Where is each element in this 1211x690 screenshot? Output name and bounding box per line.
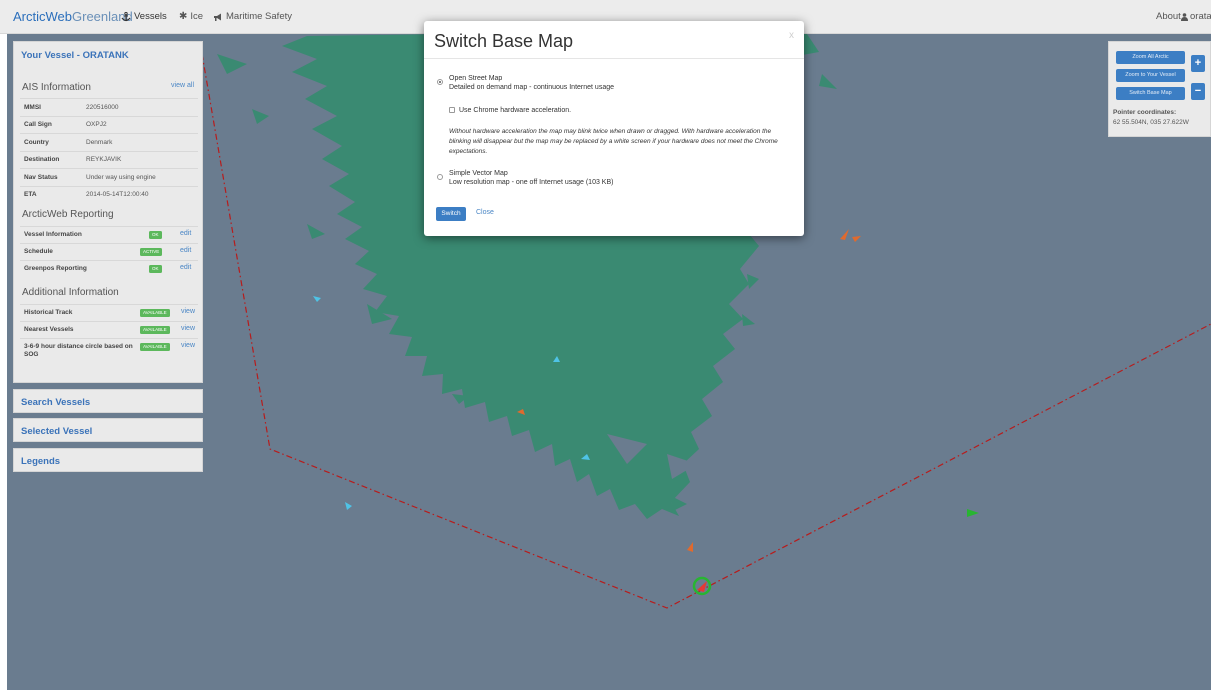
reporting-row-greenpos: Greenpos Reporting OK edit xyxy=(20,260,198,277)
nav-maritime-safety[interactable]: Maritime Safety xyxy=(213,11,292,22)
additional-row-distance-circle: 3-6-9 hour distance circle based on SOG … xyxy=(20,338,198,364)
nav-about[interactable]: About xyxy=(1156,11,1181,22)
view-link[interactable]: view xyxy=(181,325,195,332)
selected-vessel-title: Selected Vessel xyxy=(21,426,93,437)
additional-info-heading: Additional Information xyxy=(22,287,119,298)
nav-vessels[interactable]: Vessels xyxy=(121,11,167,22)
table-row: MMSI 220516000 xyxy=(20,98,198,116)
reporting-label: Greenpos Reporting xyxy=(24,265,87,272)
zoom-out-button[interactable]: − xyxy=(1191,83,1205,100)
ais-key: Nav Status xyxy=(20,168,82,186)
reporting-heading: ArcticWeb Reporting xyxy=(22,209,114,220)
switch-base-map-button[interactable]: Switch Base Map xyxy=(1116,87,1185,100)
user-name: orata xyxy=(1190,11,1211,22)
status-badge: AVAILABLE xyxy=(140,343,170,351)
megaphone-icon xyxy=(214,13,221,21)
switch-base-map-dialog: Switch Base Map x Open Street Map Detail… xyxy=(424,21,804,236)
edit-link[interactable]: edit xyxy=(180,247,191,254)
vessel-marker[interactable] xyxy=(852,236,861,242)
vessel-marker[interactable] xyxy=(687,542,693,552)
vessel-marker[interactable] xyxy=(345,502,352,510)
your-vessel-panel: Your Vessel - ORATANK AIS Information vi… xyxy=(13,41,203,383)
additional-row-historical-track: Historical Track AVAILABLE view xyxy=(20,304,198,321)
additional-label: 3-6-9 hour distance circle based on SOG xyxy=(24,343,133,358)
anchor-icon xyxy=(121,11,131,21)
nav-ice-label: Ice xyxy=(190,11,204,22)
map-controls-panel: Zoom All Arctic Zoom to Your Vessel Swit… xyxy=(1108,41,1211,137)
search-vessels-panel[interactable]: Search Vessels xyxy=(13,389,203,413)
acceleration-note: Without hardware acceleration the map ma… xyxy=(449,128,778,155)
divider xyxy=(424,58,804,59)
chrome-acceleration-label[interactable]: Use Chrome hardware acceleration. xyxy=(459,107,571,114)
nav-user[interactable]: orata xyxy=(1181,11,1211,22)
ais-value: OXPJ2 xyxy=(82,115,198,134)
ais-value: 2014-05-14T12:00:40 xyxy=(82,185,198,203)
reporting-label: Vessel Information xyxy=(24,231,82,238)
reporting-row-schedule: Schedule ACTIVE edit xyxy=(20,243,198,260)
ais-key: Country xyxy=(20,133,82,151)
table-row: Destination REYKJAVIK xyxy=(20,150,198,169)
ais-key: Call Sign xyxy=(20,115,82,134)
ais-value: Denmark xyxy=(82,133,198,151)
close-icon[interactable]: x xyxy=(789,30,794,41)
ais-info-heading: AIS Information xyxy=(22,82,91,93)
table-row: ETA 2014-05-14T12:00:40 xyxy=(20,185,198,203)
edit-link[interactable]: edit xyxy=(180,230,191,237)
vessel-marker[interactable] xyxy=(313,296,321,302)
pointer-coordinates-label: Pointer coordinates: xyxy=(1113,109,1177,116)
edit-link[interactable]: edit xyxy=(180,264,191,271)
view-link[interactable]: view xyxy=(181,308,195,315)
osm-option-title[interactable]: Open Street Map xyxy=(449,75,502,82)
zoom-in-button[interactable]: + xyxy=(1191,55,1205,72)
status-badge: OK xyxy=(149,265,162,273)
dialog-title: Switch Base Map xyxy=(434,31,574,51)
vector-option-title[interactable]: Simple Vector Map xyxy=(449,170,508,177)
brand-logo[interactable]: ArcticWebGreenland xyxy=(13,9,133,24)
nav-maritime-safety-label: Maritime Safety xyxy=(226,11,292,22)
osm-radio[interactable] xyxy=(437,79,443,85)
ais-table: MMSI 220516000 Call Sign OXPJ2 Country Denm… xyxy=(20,98,198,203)
zoom-all-arctic-button[interactable]: Zoom All Arctic xyxy=(1116,51,1185,64)
search-vessels-title: Search Vessels xyxy=(21,397,91,408)
close-link[interactable]: Close xyxy=(476,209,494,216)
additional-row-nearest-vessels: Nearest Vessels AVAILABLE view xyxy=(20,321,198,338)
additional-label: Historical Track xyxy=(24,309,73,316)
vessel-marker[interactable] xyxy=(840,229,849,240)
vector-option-desc: Low resolution map - one off Internet us… xyxy=(449,179,614,186)
switch-button[interactable]: Switch xyxy=(436,207,466,221)
view-link[interactable]: view xyxy=(181,342,195,349)
legends-panel[interactable]: Legends xyxy=(13,448,203,472)
pointer-coordinates-value: 62 55.504N, 035 27.622W xyxy=(1113,119,1189,126)
ais-key: Destination xyxy=(20,150,82,169)
reporting-label: Schedule xyxy=(24,248,53,255)
status-badge: OK xyxy=(149,231,162,239)
user-icon xyxy=(1181,12,1188,21)
nav-vessels-label: Vessels xyxy=(134,11,167,22)
vessel-marker[interactable] xyxy=(967,509,979,517)
ais-value: REYKJAVIK xyxy=(82,150,198,169)
status-badge: AVAILABLE xyxy=(140,326,170,334)
table-row: Country Denmark xyxy=(20,133,198,151)
table-row: Nav Status Under way using engine xyxy=(20,168,198,186)
additional-label: Nearest Vessels xyxy=(24,326,74,333)
osm-option-desc: Detailed on demand map - continuous Inte… xyxy=(449,84,614,91)
view-all-link[interactable]: view all xyxy=(171,82,194,89)
status-badge: AVAILABLE xyxy=(140,309,170,317)
chrome-acceleration-checkbox[interactable] xyxy=(449,107,455,113)
ais-key: ETA xyxy=(20,185,82,203)
ais-value: 220516000 xyxy=(82,98,198,116)
snowflake-icon: ✱ xyxy=(179,11,188,22)
your-vessel-title[interactable]: Your Vessel - ORATANK xyxy=(21,50,129,61)
legends-title: Legends xyxy=(21,456,61,467)
ais-key: MMSI xyxy=(20,98,82,116)
reporting-row-vessel-info: Vessel Information OK edit xyxy=(20,226,198,243)
zoom-to-vessel-button[interactable]: Zoom to Your Vessel xyxy=(1116,69,1185,82)
status-badge: ACTIVE xyxy=(140,248,163,256)
table-row: Call Sign OXPJ2 xyxy=(20,115,198,134)
selected-vessel-panel[interactable]: Selected Vessel xyxy=(13,418,203,442)
ais-value: Under way using engine xyxy=(82,168,198,186)
nav-ice[interactable]: ✱ Ice xyxy=(179,11,203,22)
vector-map-radio[interactable] xyxy=(437,174,443,180)
brand-name: ArcticWeb xyxy=(13,9,72,24)
